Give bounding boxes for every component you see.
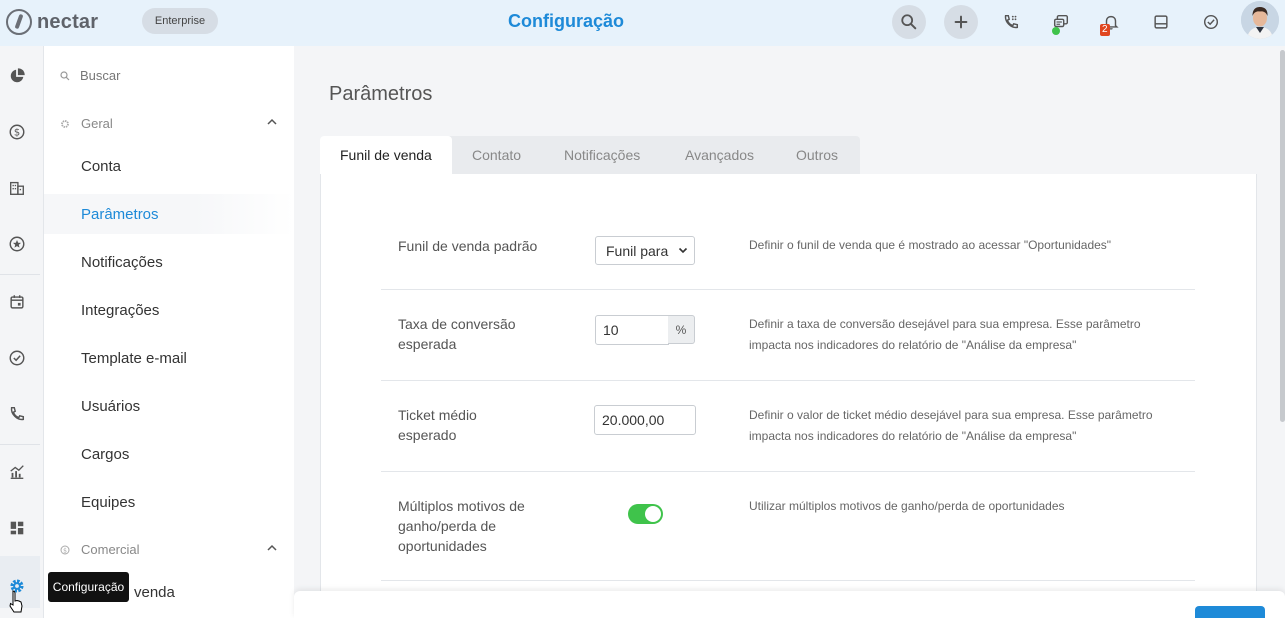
chevron-down-icon xyxy=(678,247,688,254)
help-line: impacta nos indicadores do relatório de … xyxy=(749,429,1077,443)
label-line: esperado xyxy=(398,427,457,443)
check-icon[interactable] xyxy=(5,346,29,370)
row-divider xyxy=(381,289,1195,290)
field-help-multiplos-motivos: Utilizar múltiplos motivos de ganho/perd… xyxy=(749,499,1065,513)
label-line: Múltiplos motivos de xyxy=(398,498,525,514)
nav-item-conta[interactable]: Conta xyxy=(44,146,294,186)
settings-search[interactable]: Buscar xyxy=(60,68,120,83)
row-divider xyxy=(381,380,1195,381)
tab-contato[interactable]: Contato xyxy=(472,136,521,174)
phone-keypad-icon[interactable] xyxy=(994,5,1028,39)
settings-nav: Buscar Geral Conta Parâmetros Notificaçõ… xyxy=(44,46,294,618)
tab-outros[interactable]: Outros xyxy=(796,136,838,174)
dashboard-icon[interactable] xyxy=(5,516,29,540)
tab-avancados[interactable]: Avançados xyxy=(685,136,754,174)
notification-count-badge: 2 xyxy=(1100,24,1110,36)
nav-group-geral[interactable]: Geral xyxy=(60,116,278,131)
row-divider xyxy=(381,580,1195,581)
tab-funil-de-venda[interactable]: Funil de venda xyxy=(320,136,452,174)
label-line: oportunidades xyxy=(398,538,487,554)
nav-group-comercial[interactable]: $ Comercial xyxy=(60,542,278,557)
conversion-rate-input[interactable]: 10 xyxy=(595,315,669,345)
phone-icon[interactable] xyxy=(5,402,29,426)
dollar-icon[interactable]: $ xyxy=(5,120,29,144)
field-label-taxa-conversao: Taxa de conversão esperada xyxy=(398,314,568,354)
pie-chart-icon[interactable] xyxy=(5,64,29,88)
label-line: esperada xyxy=(398,336,457,352)
nav-item-cargos[interactable]: Cargos xyxy=(44,434,294,474)
rail-tooltip: Configuração xyxy=(48,572,129,602)
field-label-multiplos-motivos: Múltiplos motivos de ganho/perda de opor… xyxy=(398,496,568,556)
hand-cursor-icon xyxy=(9,590,23,613)
nav-group-label: Comercial xyxy=(81,542,140,557)
help-line: Definir o valor de ticket médio desejáve… xyxy=(749,408,1153,422)
label-line: ganho/perda de xyxy=(398,518,497,534)
online-status-dot xyxy=(1052,27,1060,35)
nav-item-integracoes[interactable]: Integrações xyxy=(44,290,294,330)
settings-search-placeholder: Buscar xyxy=(80,68,121,83)
label-line: Ticket médio xyxy=(398,407,477,423)
ticket-medio-input[interactable]: 20.000,00 xyxy=(594,405,696,435)
left-rail: $ xyxy=(0,46,44,618)
tab-notificacoes[interactable]: Notificações xyxy=(564,136,640,174)
building-icon[interactable] xyxy=(5,176,29,200)
top-bar: nectar Enterprise Configuração 2 xyxy=(0,0,1285,46)
rail-divider xyxy=(0,444,40,445)
chevron-up-icon[interactable] xyxy=(266,544,278,552)
search-icon[interactable] xyxy=(892,5,926,39)
label-line: Taxa de conversão xyxy=(398,316,516,332)
help-line: Definir a taxa de conversão desejável pa… xyxy=(749,317,1141,331)
nav-item-template-email[interactable]: Template e-mail xyxy=(44,338,294,378)
search-icon xyxy=(60,70,70,80)
section-title: Parâmetros xyxy=(329,83,433,105)
footer-action-bar xyxy=(294,591,1285,618)
chart-icon[interactable] xyxy=(5,460,29,484)
nav-item-usuarios[interactable]: Usuários xyxy=(44,386,294,426)
chevron-up-icon[interactable] xyxy=(266,118,278,126)
field-help-funil-padrao: Definir o funil de venda que é mostrado … xyxy=(749,238,1112,252)
check-circle-icon[interactable] xyxy=(1194,5,1228,39)
dollar-icon: $ xyxy=(60,545,70,554)
inbox-icon[interactable] xyxy=(1144,5,1178,39)
rail-divider xyxy=(0,274,40,275)
star-icon[interactable] xyxy=(5,232,29,256)
nav-group-label: Geral xyxy=(81,116,113,131)
help-line: impacta nos indicadores do relatório de … xyxy=(749,338,1077,352)
user-avatar[interactable] xyxy=(1241,1,1279,39)
gear-icon xyxy=(61,119,69,128)
multiple-reasons-toggle[interactable] xyxy=(628,504,663,524)
calendar-icon[interactable] xyxy=(5,290,29,314)
default-funnel-value: Funil para xyxy=(606,242,669,259)
nav-item-parametros[interactable]: Parâmetros xyxy=(44,194,294,234)
chat-icon[interactable] xyxy=(1044,5,1078,39)
page-scrollbar[interactable] xyxy=(1280,50,1285,422)
field-help-ticket-medio: Definir o valor de ticket médio desejáve… xyxy=(749,405,1179,447)
nav-item-notificacoes[interactable]: Notificações xyxy=(44,242,294,282)
tab-bar: Funil de venda Contato Notificações Avan… xyxy=(320,136,860,174)
nav-item-equipes[interactable]: Equipes xyxy=(44,482,294,522)
bell-icon[interactable]: 2 xyxy=(1094,5,1128,39)
field-label-ticket-medio: Ticket médio esperado xyxy=(398,405,568,445)
svg-text:$: $ xyxy=(14,128,20,139)
save-button[interactable] xyxy=(1195,606,1265,618)
field-label-funil-padrao: Funil de venda padrão xyxy=(398,238,538,254)
plus-icon[interactable] xyxy=(944,5,978,39)
percent-addon: % xyxy=(668,315,695,344)
field-help-taxa-conversao: Definir a taxa de conversão desejável pa… xyxy=(749,314,1179,356)
default-funnel-select[interactable]: Funil para xyxy=(595,236,695,265)
svg-text:$: $ xyxy=(63,547,67,554)
row-divider xyxy=(381,471,1195,472)
